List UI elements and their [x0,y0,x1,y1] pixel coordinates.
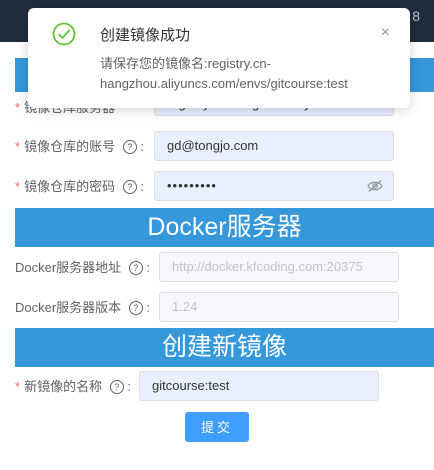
eye-off-icon[interactable] [367,179,383,193]
registry-account-input[interactable]: gd@tongjo.com [154,131,394,161]
required-marker: * [15,139,21,154]
docker-version-input[interactable]: 1.24 [159,292,399,322]
help-icon[interactable]: ? [122,179,137,194]
notification-title: 创建镜像成功 [100,27,191,44]
image-name-label: 新镜像的名称 [24,379,103,394]
password-value: ••••••••• [167,178,217,193]
check-circle-icon [52,22,76,46]
help-icon[interactable]: ? [128,300,143,315]
image-name-row: * 新镜像的名称 ? : gitcourse:test [0,371,434,403]
registry-password-row: * 镜像仓库的密码 ? : ••••••••• [0,171,434,203]
registry-password-input[interactable]: ••••••••• [154,171,394,201]
docker-version-label: Docker服务器版本 [15,300,122,315]
registry-password-label: 镜像仓库的密码 [24,179,116,194]
docker-version-label-group: Docker服务器版本 ? : [15,300,151,315]
registry-account-row: * 镜像仓库的账号 ? : gd@tongjo.com [0,131,434,163]
image-name-input[interactable]: gitcourse:test [139,371,379,401]
success-notification: 创建镜像成功 请保存您的镜像名:registry.cn-hangzhou.ali… [28,8,410,108]
close-icon[interactable]: × [381,24,390,42]
registry-password-label-group: * 镜像仓库的密码 ? : [15,179,144,194]
docker-address-label-group: Docker服务器地址 ? : [15,260,151,275]
help-icon[interactable]: ? [128,260,143,275]
topbar-right-text: 8 [412,8,420,24]
docker-address-label: Docker服务器地址 [15,260,122,275]
docker-address-row: Docker服务器地址 ? : http://docker.kfcoding.c… [0,252,434,284]
docker-address-input[interactable]: http://docker.kfcoding.com:20375 [159,252,399,282]
notification-message: 请保存您的镜像名:registry.cn-hangzhou.aliyuncs.c… [100,56,348,91]
help-icon[interactable]: ? [109,379,124,394]
registry-account-label: 镜像仓库的账号 [24,139,116,154]
required-marker: * [15,379,21,394]
docker-version-row: Docker服务器版本 ? : 1.24 [0,292,434,324]
docker-section-header: Docker服务器 [15,208,434,247]
create-section-header: 创建新镜像 [15,328,434,367]
required-marker: * [15,179,21,194]
image-name-label-group: * 新镜像的名称 ? : [15,379,131,394]
help-icon[interactable]: ? [122,139,137,154]
registry-account-label-group: * 镜像仓库的账号 ? : [15,139,144,154]
submit-button[interactable]: 提交 [185,412,249,442]
required-marker: * [15,100,21,115]
